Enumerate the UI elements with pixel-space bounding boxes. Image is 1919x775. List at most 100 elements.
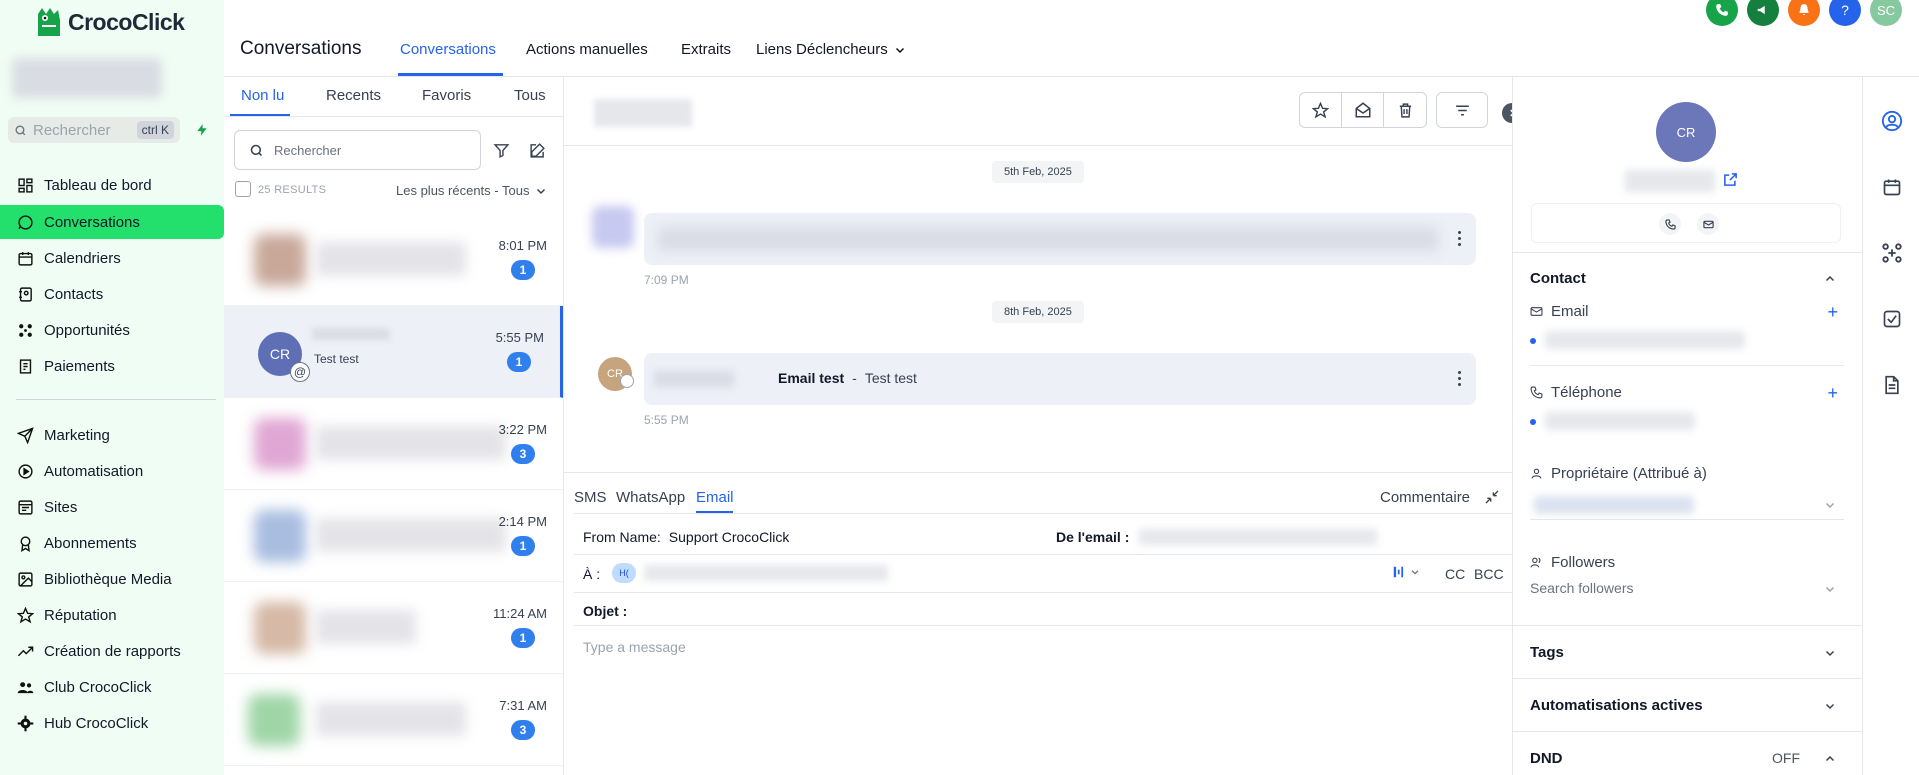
- filter-recent[interactable]: Recents: [326, 87, 381, 104]
- conversation-row-selected[interactable]: CR @ Test test 5:55 PM 1: [224, 306, 563, 398]
- conversation-row[interactable]: 2:14 PM 1: [224, 490, 563, 582]
- channel-sms[interactable]: SMS: [574, 489, 607, 506]
- select-all-checkbox[interactable]: [235, 181, 251, 197]
- channel-whatsapp[interactable]: WhatsApp: [616, 489, 685, 506]
- sidebar-search[interactable]: Rechercher ctrl K: [8, 117, 180, 143]
- owner-select[interactable]: [1530, 488, 1844, 520]
- from-name-value[interactable]: Support CrocoClick: [669, 529, 790, 545]
- sidebar-item-club[interactable]: Club CrocoClick: [0, 670, 224, 704]
- notifications-button[interactable]: [1788, 0, 1820, 26]
- dnd-section-header[interactable]: DND OFF: [1530, 750, 1844, 767]
- sidebar-item-payments[interactable]: Paiements: [0, 349, 224, 383]
- sidebar-item-automation[interactable]: Automatisation: [0, 454, 224, 488]
- email-value[interactable]: [1545, 331, 1745, 349]
- call-contact-button[interactable]: [1659, 213, 1681, 235]
- comment-tab[interactable]: Commentaire: [1380, 489, 1470, 506]
- rail-notes-button[interactable]: [1863, 365, 1919, 405]
- email-contact-button[interactable]: [1697, 213, 1719, 235]
- rail-tasks-button[interactable]: [1863, 299, 1919, 339]
- filter-starred[interactable]: Favoris: [422, 87, 471, 104]
- location-switcher[interactable]: [12, 58, 162, 98]
- sidebar-item-label: Sites: [44, 498, 78, 516]
- mark-unread-button[interactable]: [1342, 93, 1384, 127]
- message-input[interactable]: Type a message: [574, 633, 1504, 763]
- conversation-row[interactable]: 3:22 PM 3: [224, 398, 563, 490]
- bcc-button[interactable]: BCC: [1474, 566, 1504, 582]
- filter-unread[interactable]: Non lu: [241, 87, 284, 104]
- sidebar-item-subscriptions[interactable]: Abonnements: [0, 526, 224, 560]
- tags-section-header[interactable]: Tags: [1530, 644, 1844, 661]
- sidebar-item-opportunities[interactable]: Opportunités: [0, 313, 224, 347]
- bell-icon: [1799, 4, 1809, 15]
- tab-manual-actions[interactable]: Actions manuelles: [526, 41, 648, 58]
- announcements-button[interactable]: [1747, 0, 1779, 26]
- channel-email[interactable]: Email: [696, 489, 734, 506]
- divider: [224, 116, 564, 117]
- filter-button[interactable]: [490, 139, 512, 161]
- conversation-search-input[interactable]: Rechercher: [234, 130, 481, 170]
- add-email-button[interactable]: +: [1827, 302, 1838, 323]
- message-menu-icon[interactable]: [1458, 231, 1462, 246]
- message-bubble[interactable]: [644, 213, 1476, 265]
- thread-filter-button[interactable]: [1437, 93, 1487, 127]
- pipeline-icon: [19, 323, 32, 337]
- compose-button[interactable]: [526, 139, 548, 161]
- sidebar-item-reports[interactable]: Création de rapports: [0, 634, 224, 668]
- followers-select[interactable]: Search followers: [1530, 580, 1844, 606]
- message-thread: 5th Feb, 2025 7:09 PM 8th Feb, 2025 CR E…: [564, 77, 1522, 472]
- open-contact-button[interactable]: [1723, 172, 1738, 187]
- divider: [1513, 731, 1863, 732]
- phone-label: Téléphone: [1551, 384, 1622, 401]
- star-button[interactable]: [1300, 93, 1342, 127]
- recipient-chip[interactable]: H(: [612, 563, 636, 583]
- quick-action-button[interactable]: [190, 119, 214, 141]
- automations-section-header[interactable]: Automatisations actives: [1530, 697, 1844, 714]
- conversation-row[interactable]: 7:31 AM 3: [224, 674, 563, 766]
- message-bubble[interactable]: Email test - Test test: [644, 353, 1476, 405]
- sort-select[interactable]: Les plus récents - Tous: [396, 183, 547, 198]
- conversation-preview: Test test: [314, 352, 359, 366]
- sidebar-item-reputation[interactable]: Réputation: [0, 598, 224, 632]
- sidebar-item-contacts[interactable]: Contacts: [0, 277, 224, 311]
- sidebar-item-calendars[interactable]: Calendriers: [0, 241, 224, 275]
- divider: [574, 554, 1514, 555]
- from-email-label: De l'email :: [1056, 529, 1130, 545]
- rail-opportunities-button[interactable]: [1863, 233, 1919, 273]
- tab-conversations[interactable]: Conversations: [400, 41, 496, 58]
- user-avatar[interactable]: SC: [1870, 0, 1902, 26]
- phone-value[interactable]: [1545, 412, 1695, 430]
- conversation-row[interactable]: 8:01 PM 1: [224, 214, 563, 306]
- rail-calendar-button[interactable]: [1863, 167, 1919, 207]
- template-icon: [1393, 566, 1404, 578]
- template-picker[interactable]: [1392, 565, 1420, 579]
- delete-button[interactable]: [1384, 93, 1426, 127]
- thread-actions: [1299, 92, 1427, 128]
- sidebar-item-conversations[interactable]: Conversations: [0, 205, 224, 239]
- cc-button[interactable]: CC: [1445, 566, 1465, 582]
- sidebar-item-dashboard[interactable]: Tableau de bord: [0, 168, 224, 202]
- logo[interactable]: CrocoClick: [34, 6, 185, 38]
- filter-all[interactable]: Tous: [514, 87, 546, 104]
- subject-input[interactable]: [634, 597, 1494, 625]
- receipt-icon: [19, 358, 32, 374]
- owner-field-label: Propriétaire (Attribué à): [1530, 465, 1707, 482]
- tab-snippets[interactable]: Extraits: [681, 41, 731, 58]
- add-phone-button[interactable]: +: [1827, 383, 1838, 404]
- star-icon: [17, 606, 34, 623]
- croc-logo-icon: [38, 8, 60, 36]
- help-button[interactable]: ?: [1829, 0, 1861, 26]
- from-email-value[interactable]: [1139, 529, 1377, 545]
- sidebar-item-marketing[interactable]: Marketing: [0, 418, 224, 452]
- chevron-down-icon: [1411, 570, 1419, 575]
- message-menu-icon[interactable]: [1458, 371, 1462, 386]
- phone-button[interactable]: [1706, 0, 1738, 26]
- contact-section-header[interactable]: Contact: [1530, 270, 1844, 287]
- conversation-row[interactable]: 11:24 AM 1: [224, 582, 563, 674]
- conversation-list-panel: Non lu Recents Favoris Tous Rechercher 2…: [224, 77, 564, 775]
- sidebar-item-media-library[interactable]: Bibliothèque Media: [0, 562, 224, 596]
- sidebar-item-sites[interactable]: Sites: [0, 490, 224, 524]
- sidebar-item-hub[interactable]: Hub CrocoClick: [0, 706, 224, 740]
- rail-contact-button[interactable]: [1863, 101, 1919, 141]
- tab-trigger-links[interactable]: Liens Déclencheurs: [756, 41, 906, 58]
- minimize-composer-button[interactable]: [1484, 489, 1500, 505]
